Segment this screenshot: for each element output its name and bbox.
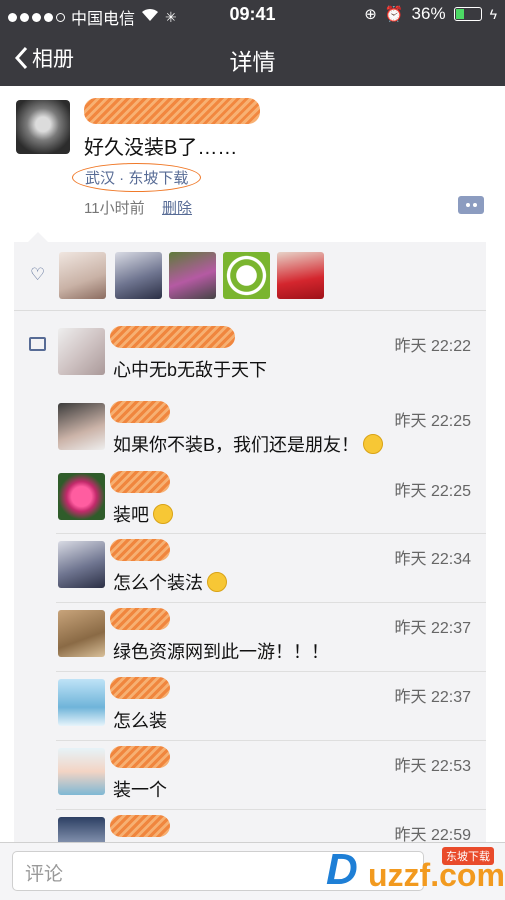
post-text: 好久没装B了…… [84,137,238,159]
grin-emoji-icon [363,434,384,454]
comment-time: 昨天 22:53 [394,758,472,775]
watermark-tag: 东坡下载 [442,847,494,865]
like-avatar[interactable] [59,252,106,299]
battery-icon [453,7,482,21]
like-avatar[interactable] [277,252,324,299]
status-right: ⊕ ⏰ 36% ϟ [364,4,497,24]
commenter-name-redacted[interactable] [110,401,170,423]
watermark-logo: D uzzf.com 东坡下载 [326,845,505,897]
commenter-name-redacted[interactable] [110,539,170,561]
comment-text-content: 绿色资源网到此一游！！！ [113,642,329,662]
commenter-avatar[interactable] [58,403,105,450]
commenter-avatar[interactable] [58,679,105,726]
battery-percent: 36% [411,4,446,23]
top-bar: 中国电信 ✳ 09:41 ⊕ ⏰ 36% ϟ 相册 详情 [0,0,505,86]
like-avatar[interactable] [115,252,162,299]
comment-text: 装吧 [113,501,173,527]
comment-text-content: 装一个 [113,780,167,800]
lock-rotation-icon: ⊕ [364,6,377,23]
comment-time: 昨天 22:22 [394,338,472,355]
commenter-avatar[interactable] [58,541,105,588]
like-avatar[interactable] [169,252,216,299]
heart-icon: ♡ [30,265,46,284]
comment-text-content: 怎么装 [113,711,167,731]
like-avatar[interactable] [223,252,270,299]
navigation-bar: 相册 详情 [0,30,505,86]
comment-row[interactable]: 昨天 22:37 绿色资源网到此一游！！！ [0,608,505,678]
comment-bar: 评论 D uzzf.com 东坡下载 [0,842,505,900]
comment-divider [56,602,486,603]
commenter-name-redacted[interactable] [110,471,170,493]
likes-divider [14,310,486,311]
more-actions-button[interactable] [458,196,484,214]
commenter-avatar[interactable] [58,473,105,520]
commenter-avatar[interactable] [58,610,105,657]
comment-time: 昨天 22:25 [394,413,472,430]
comment-text-content: 装吧 [113,505,149,525]
author-name-redacted[interactable] [84,98,260,124]
box-arrow [28,232,48,242]
watermark-mark: D [326,845,358,894]
comment-row[interactable]: 昨天 22:25 装吧 [0,471,505,541]
author-avatar[interactable] [16,100,70,154]
commenter-name-redacted[interactable] [110,677,170,699]
grin-emoji-icon [207,572,227,592]
comment-text: 装一个 [113,776,167,802]
comment-time: 昨天 22:37 [394,620,472,637]
commenter-name-redacted[interactable] [110,815,170,837]
grin-emoji-icon [153,504,173,524]
alarm-icon: ⏰ [384,6,404,23]
commenter-name-redacted[interactable] [110,326,235,348]
comment-text: 绿色资源网到此一游！！！ [113,638,329,664]
comment-text-content: 心中无b无敌于天下 [113,360,268,380]
comment-row[interactable]: 昨天 22:25 如果你不装B，我们还是朋友！ [0,401,505,471]
comment-divider [56,533,486,534]
comment-row[interactable]: 昨天 22:22 心中无b无敌于天下 [0,326,505,396]
comment-text: 怎么装 [113,707,167,733]
post-time: 11小时前 [84,200,145,217]
comment-row[interactable]: 昨天 22:34 怎么个装法 [0,539,505,609]
comment-text-content: 怎么个装法 [113,573,203,593]
battery-fill [455,9,465,19]
charging-icon: ϟ [489,6,497,22]
comment-text-content: 如果你不装B，我们还是朋友！ [113,435,360,455]
comment-row[interactable]: 昨天 22:37 怎么装 [0,677,505,747]
comment-divider [56,671,486,672]
delete-link[interactable]: 删除 [162,197,192,218]
comment-time: 昨天 22:34 [394,551,472,568]
comment-divider [56,740,486,741]
comment-text: 怎么个装法 [113,569,227,595]
commenter-avatar[interactable] [58,748,105,795]
comment-time: 昨天 22:37 [394,689,472,706]
comment-text: 心中无b无敌于天下 [113,356,267,382]
comment-text: 如果你不装B，我们还是朋友！ [113,431,384,457]
post-location[interactable]: 武汉 · 东坡下载 [72,163,202,192]
page-title: 详情 [229,49,276,75]
commenter-avatar[interactable] [58,328,105,375]
status-bar: 中国电信 ✳ 09:41 ⊕ ⏰ 36% ϟ [0,0,505,30]
commenter-name-redacted[interactable] [110,608,170,630]
comment-divider [56,809,486,810]
comment-row[interactable]: 昨天 22:53 装一个 [0,746,505,816]
commenter-name-redacted[interactable] [110,746,170,768]
comment-time: 昨天 22:25 [394,483,472,500]
